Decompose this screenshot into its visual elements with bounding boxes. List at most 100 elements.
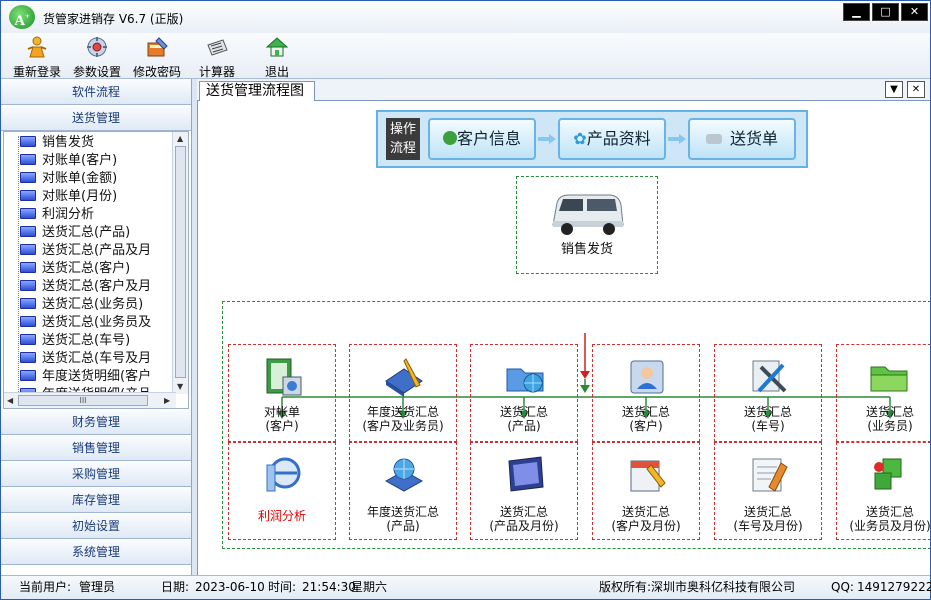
step-customer-info[interactable]: 客户信息 (428, 118, 536, 160)
title-bar[interactable]: A+ 货管家进销存 V6.7 (正版) ▁ □ ✕ (1, 1, 930, 33)
contact-card-icon (630, 360, 664, 394)
tree-item-label: 对账单(客户) (42, 153, 118, 168)
sales-delivery-node[interactable]: 销售发货 (516, 176, 658, 274)
minimize-button[interactable]: ▁ (843, 3, 870, 21)
node-summary-customer-month[interactable]: 送货汇总 (客户及月份) (592, 442, 700, 540)
scroll-left-icon[interactable]: ◀ (7, 396, 13, 405)
settings-icon (87, 37, 107, 57)
tree-item-summary-vehicle-month[interactable]: 送货汇总(车号及月 (10, 350, 151, 368)
node-summary-salesperson-month[interactable]: 送货汇总 (业务员及月份) (836, 442, 930, 540)
node-summary-vehicle[interactable]: 送货汇总 (车号) (714, 344, 822, 442)
node-annual-summary-product-label: 年度送货汇总 (产品) (366, 505, 439, 533)
tree-horizontal-scrollbar[interactable]: ◀ III ▶ (4, 392, 176, 408)
node-summary-product-month[interactable]: 送货汇总 (产品及月份) (470, 442, 578, 540)
exit-home-icon (265, 37, 289, 57)
folder-icon (20, 136, 36, 147)
tree-item-profit-analysis[interactable]: 利润分析 (10, 206, 94, 224)
app-window: A+ 货管家进销存 V6.7 (正版) ▁ □ ✕ 重新登录 参数设置 修改密码… (0, 0, 931, 600)
tree-item-summary-salesperson[interactable]: 送货汇总(业务员) (10, 296, 143, 314)
sidebar-section-delivery[interactable]: 送货管理 (1, 105, 191, 131)
step-product-data-label: 产品资料 (586, 129, 651, 148)
product-flower-icon: ✿ (573, 129, 587, 148)
content-area: 送货管理流程图 ▼ ✕ 操作流程 客户信息 ✿产品资料 送货单 销售发货 对帐单… (197, 79, 930, 575)
step-product-data[interactable]: ✿产品资料 (558, 118, 666, 160)
folder-icon (20, 244, 36, 255)
tree-item-label: 送货汇总(车号) (42, 333, 131, 348)
settings-button[interactable]: 参数设置 (71, 35, 123, 79)
sidebar-section-initial-settings[interactable]: 初始设置 (1, 513, 191, 539)
folder-icon (20, 208, 36, 219)
tree-item-label: 送货汇总(产品及月 (42, 243, 152, 258)
arrow-right-icon (538, 134, 556, 144)
node-statement-customer[interactable]: 对帐单 (客户) (228, 344, 336, 442)
folder-icon (20, 262, 36, 273)
folder-icon (20, 298, 36, 309)
chart-ie-icon (266, 457, 301, 492)
scroll-right-icon[interactable]: ▶ (164, 396, 170, 405)
globe-book-icon (384, 458, 424, 492)
tree-item-statement-month[interactable]: 对账单(月份) (10, 188, 117, 206)
node-statement-customer-label: 对帐单 (客户) (263, 405, 300, 433)
node-summary-customer-month-label: 送货汇总 (客户及月份) (611, 505, 681, 533)
sidebar-section-finance[interactable]: 财务管理 (1, 409, 191, 435)
tree-item-label: 送货汇总(车号及月 (42, 351, 152, 366)
tree-item-label: 送货汇总(产品) (42, 225, 131, 240)
tree-item-summary-vehicle[interactable]: 送货汇总(车号) (10, 332, 130, 350)
exit-button[interactable]: 退出 (257, 35, 297, 79)
pen-book-icon (385, 358, 423, 397)
node-summary-vehicle-month[interactable]: 送货汇总 (车号及月份) (714, 442, 822, 540)
node-summary-vehicle-month-label: 送货汇总 (车号及月份) (733, 505, 803, 533)
current-user-label: 当前用户: (19, 580, 72, 594)
relogin-button[interactable]: 重新登录 (11, 35, 63, 79)
tab-delivery-flowchart[interactable]: 送货管理流程图 (199, 81, 315, 101)
maximize-button[interactable]: □ (872, 3, 899, 21)
tab-bar: 送货管理流程图 ▼ ✕ (197, 79, 930, 101)
tree-item-label: 对账单(金额) (42, 171, 118, 186)
tree-item-summary-salesperson-month[interactable]: 送货汇总(业务员及 (10, 314, 151, 332)
tree-item-summary-customer-month[interactable]: 送货汇总(客户及月 (10, 278, 151, 296)
relogin-label: 重新登录 (12, 65, 61, 79)
close-window-button[interactable]: ✕ (901, 3, 928, 21)
change-password-button[interactable]: 修改密码 (131, 35, 183, 79)
tree-item-summary-product[interactable]: 送货汇总(产品) (10, 224, 130, 242)
step-delivery-note[interactable]: 送货单 (688, 118, 796, 160)
tree-horizontal-thumb[interactable]: III (18, 395, 148, 406)
tree-item-statement-customer[interactable]: 对账单(客户) (10, 152, 117, 170)
node-summary-vehicle-label: 送货汇总 (车号) (743, 405, 792, 433)
delivery-van-icon (552, 194, 624, 235)
sidebar-section-inventory[interactable]: 库存管理 (1, 487, 191, 513)
folder-icon (20, 172, 36, 183)
tab-close-button[interactable]: ✕ (907, 81, 925, 98)
sidebar-section-purchase[interactable]: 采购管理 (1, 461, 191, 487)
tab-dropdown-button[interactable]: ▼ (885, 81, 903, 98)
tree-item-annual-detail-customer[interactable]: 年度送货明细(客户 (10, 368, 151, 386)
node-annual-summary-product[interactable]: 年度送货汇总 (产品) (349, 442, 457, 540)
tree-item-label: 送货汇总(客户) (42, 261, 131, 276)
sidebar-section-system[interactable]: 系统管理 (1, 539, 191, 565)
node-summary-salesperson[interactable]: 送货汇总 (业务员) (836, 344, 930, 442)
node-summary-product[interactable]: 送货汇总 (产品) (470, 344, 578, 442)
tree-item-sales-delivery[interactable]: 销售发货 (10, 134, 94, 152)
password-edit-icon (147, 37, 168, 57)
node-summary-salesperson-label: 送货汇总 (业务员) (865, 405, 914, 433)
sidebar-section-software-flow[interactable]: 软件流程 (1, 79, 191, 105)
node-summary-customer[interactable]: 送货汇总 (客户) (592, 344, 700, 442)
weekday-value: 星期六 (351, 580, 388, 594)
node-annual-summary-customer-salesperson[interactable]: 年度送货汇总 (客户及业务员) (349, 344, 457, 442)
user-login-icon (27, 36, 47, 58)
sidebar-section-sales[interactable]: 销售管理 (1, 435, 191, 461)
scroll-down-icon[interactable]: ▼ (177, 382, 183, 391)
scroll-up-icon[interactable]: ▲ (177, 134, 183, 143)
tree-item-label: 送货汇总(客户及月 (42, 279, 152, 294)
node-profit-analysis[interactable]: 利润分析 (228, 442, 336, 540)
tree-item-summary-product-month[interactable]: 送货汇总(产品及月 (10, 242, 151, 260)
green-folder-icon (870, 366, 908, 392)
date-label: 日期: (161, 580, 190, 594)
flowchart-canvas: 操作流程 客户信息 ✿产品资料 送货单 销售发货 对帐单 (客户) 年度送货汇总… (197, 101, 930, 575)
tree-item-statement-amount[interactable]: 对账单(金额) (10, 170, 117, 188)
calculator-button[interactable]: 计算器 (195, 35, 239, 79)
tree-item-summary-customer[interactable]: 送货汇总(客户) (10, 260, 130, 278)
document-ruler-icon (752, 458, 788, 492)
tree-vertical-scrollbar[interactable]: ▲ ▼ (172, 132, 188, 394)
tree-vertical-thumb[interactable] (175, 146, 186, 378)
